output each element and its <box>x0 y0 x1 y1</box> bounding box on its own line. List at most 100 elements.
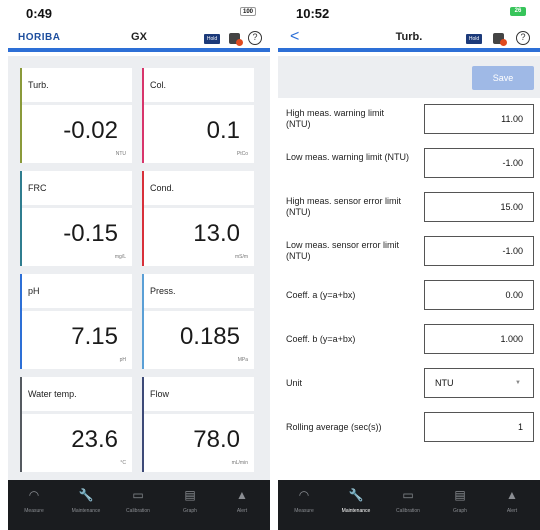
tile-body: 0.1 PtCo <box>142 105 254 163</box>
tile-color-bar <box>142 274 144 369</box>
tile-water-temp[interactable]: Water temp. 23.6 °C <box>20 377 132 475</box>
tab-alert[interactable]: ▲ Alert <box>486 480 538 530</box>
tab-bar: ◠ Measure 🔧 Maintenance ▭ Calibration ▤ … <box>278 480 540 530</box>
tab-label: Measure <box>24 508 44 514</box>
beaker-icon: ▭ <box>132 488 144 502</box>
unit-select[interactable]: NTU ▼ <box>424 368 534 398</box>
tab-measure[interactable]: ◠ Measure <box>8 480 60 530</box>
settings-form: High meas. warning limit (NTU) 11.00 Low… <box>278 98 540 492</box>
tab-label: Alert <box>506 508 518 514</box>
chart-icon: ▤ <box>454 488 466 502</box>
tile-label: Flow <box>142 377 254 411</box>
tile-value: 7.15 <box>71 323 118 350</box>
field-label: Coeff. a (y=a+bx) <box>286 290 356 300</box>
tile-frc[interactable]: FRC -0.15 mg/L <box>20 171 132 269</box>
tab-label: Graph <box>453 508 467 514</box>
low-warning-input[interactable]: -1.00 <box>424 148 534 178</box>
field-row: Low meas. warning limit (NTU) -1.00 <box>278 142 540 186</box>
tab-measure[interactable]: ◠ Measure <box>278 480 330 530</box>
field-row: High meas. warning limit (NTU) 11.00 <box>278 98 540 142</box>
alarm-icon[interactable] <box>493 33 507 46</box>
tile-body: 7.15 pH <box>20 311 132 369</box>
tab-calibration[interactable]: ▭ Calibration <box>112 480 164 530</box>
unit-select-value: NTU <box>435 378 454 388</box>
tile-label: Cond. <box>142 171 254 205</box>
tile-label: pH <box>20 274 132 308</box>
field-label: High meas. warning limit (NTU) <box>286 108 385 129</box>
battery-icon: 26 <box>510 7 526 16</box>
field-row: Coeff. a (y=a+bx) 0.00 <box>278 274 540 318</box>
tile-label: FRC <box>20 171 132 205</box>
gauge-icon: ◠ <box>28 488 40 502</box>
tile-unit: °C <box>120 460 126 466</box>
tab-calibration[interactable]: ▭ Calibration <box>382 480 434 530</box>
field-label: Low meas. warning limit (NTU) <box>286 152 410 162</box>
wrench-icon: 🔧 <box>348 488 364 502</box>
tab-graph[interactable]: ▤ Graph <box>164 480 216 530</box>
tile-cond[interactable]: Cond. 13.0 mS/m <box>142 171 254 269</box>
field-row: Unit NTU ▼ <box>278 362 540 406</box>
warning-icon: ▲ <box>236 488 248 502</box>
status-bar: 0:49 100 <box>8 0 270 26</box>
tile-turb[interactable]: Turb. -0.02 NTU <box>20 68 132 166</box>
field-label: Rolling average (sec(s)) <box>286 422 382 432</box>
tile-color-bar <box>20 68 22 163</box>
tile-col[interactable]: Col. 0.1 PtCo <box>142 68 254 166</box>
tile-body: 23.6 °C <box>20 414 132 472</box>
tiles-area: Turb. -0.02 NTU Col. 0.1 PtCo FRC -0.15 … <box>8 56 270 480</box>
field-row: High meas. sensor error limit (NTU) 15.0… <box>278 186 540 230</box>
coeff-b-input[interactable]: 1.000 <box>424 324 534 354</box>
tile-unit: pH <box>119 357 126 363</box>
field-label: High meas. sensor error limit (NTU) <box>286 196 402 217</box>
field-label: Coeff. b (y=a+bx) <box>286 334 356 344</box>
tile-body: -0.15 mg/L <box>20 208 132 266</box>
tile-flow[interactable]: Flow 78.0 mL/min <box>142 377 254 475</box>
field-row: Low meas. sensor error limit (NTU) -1.00 <box>278 230 540 274</box>
tile-label: Water temp. <box>20 377 132 411</box>
rolling-average-input[interactable]: 1 <box>424 412 534 442</box>
tab-maintenance[interactable]: 🔧 Maintenance <box>330 480 382 530</box>
tab-label: Graph <box>183 508 197 514</box>
tab-bar: ◠ Measure 🔧 Maintenance ▭ Calibration ▤ … <box>8 480 270 530</box>
tile-value: 23.6 <box>71 426 118 453</box>
tile-ph[interactable]: pH 7.15 pH <box>20 274 132 372</box>
tab-label: Maintenance <box>71 508 101 514</box>
tile-body: 13.0 mS/m <box>142 208 254 266</box>
tile-value: -0.15 <box>63 220 118 247</box>
tile-label: Press. <box>142 274 254 308</box>
tab-label: Calibration <box>396 508 420 514</box>
tile-body: 0.185 MPa <box>142 311 254 369</box>
turb-settings-screen: 10:52 26 < Turb. Hold ? Save High meas. … <box>278 0 540 530</box>
high-error-input[interactable]: 15.00 <box>424 192 534 222</box>
tile-value: 0.1 <box>206 117 240 144</box>
high-warning-input[interactable]: 11.00 <box>424 104 534 134</box>
tile-color-bar <box>20 274 22 369</box>
tile-press[interactable]: Press. 0.185 MPa <box>142 274 254 372</box>
alarm-icon[interactable] <box>229 33 243 46</box>
tile-body: -0.02 NTU <box>20 105 132 163</box>
tile-color-bar <box>142 68 144 163</box>
beaker-icon: ▭ <box>402 488 414 502</box>
measure-screen: 0:49 100 HORIBA GX Hold ? Turb. -0.02 NT… <box>8 0 270 530</box>
tile-color-bar <box>20 377 22 472</box>
save-button[interactable]: Save <box>472 66 534 90</box>
tab-maintenance[interactable]: 🔧 Maintenance <box>60 480 112 530</box>
tab-label: Maintenance <box>341 508 371 514</box>
tab-graph[interactable]: ▤ Graph <box>434 480 486 530</box>
hold-button[interactable]: Hold <box>466 34 482 44</box>
hold-button[interactable]: Hold <box>204 34 220 44</box>
help-icon[interactable]: ? <box>516 31 530 45</box>
tile-unit: mS/m <box>234 254 248 260</box>
tab-alert[interactable]: ▲ Alert <box>216 480 268 530</box>
warning-icon: ▲ <box>506 488 518 502</box>
status-bar: 10:52 26 <box>278 0 540 26</box>
coeff-a-input[interactable]: 0.00 <box>424 280 534 310</box>
settings-area: Save High meas. warning limit (NTU) 11.0… <box>278 56 540 492</box>
tile-unit: MPa <box>237 357 248 363</box>
gauge-icon: ◠ <box>298 488 310 502</box>
help-icon[interactable]: ? <box>248 31 262 45</box>
tile-color-bar <box>20 171 22 266</box>
tile-value: 13.0 <box>193 220 240 247</box>
low-error-input[interactable]: -1.00 <box>424 236 534 266</box>
tile-value: -0.02 <box>63 117 118 144</box>
